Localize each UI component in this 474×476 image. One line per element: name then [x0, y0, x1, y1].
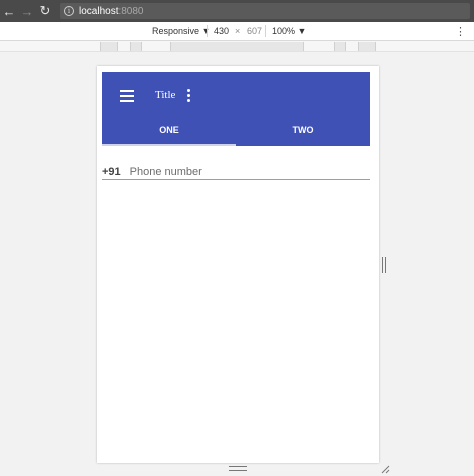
- url-port: :8080: [118, 5, 144, 17]
- more-options-icon[interactable]: ⋮: [455, 25, 466, 38]
- device-select-label: Responsive: [152, 26, 200, 36]
- country-code-prefix: +91: [102, 165, 121, 178]
- back-arrow-icon[interactable]: ←: [0, 0, 18, 22]
- toolbar-divider: [207, 25, 208, 37]
- tab-bar: ONE TWO: [102, 120, 370, 146]
- forward-arrow-icon[interactable]: →: [18, 0, 36, 22]
- browser-toolbar: ← → ↻ i localhost:8080: [0, 0, 474, 22]
- zoom-select[interactable]: 100% ▼: [272, 26, 306, 36]
- ruler-segment[interactable]: [100, 42, 118, 51]
- ruler-segment[interactable]: [130, 42, 142, 51]
- resize-corner-icon[interactable]: [381, 465, 390, 474]
- reload-icon[interactable]: ↻: [36, 0, 54, 22]
- chevron-down-icon: ▼: [201, 26, 211, 36]
- phone-number-input[interactable]: [129, 165, 360, 178]
- zoom-select-label: 100%: [272, 26, 296, 36]
- ruler-segment[interactable]: [334, 42, 346, 51]
- app-bar: Title ONE TWO: [102, 72, 370, 146]
- page-title: Title: [155, 89, 176, 101]
- resize-handle-right[interactable]: [382, 257, 386, 273]
- url-host: localhost: [79, 5, 119, 17]
- more-vert-icon[interactable]: [186, 89, 190, 102]
- resize-handle-bottom[interactable]: [229, 466, 247, 471]
- menu-icon[interactable]: [120, 90, 134, 102]
- dimension-separator: ×: [235, 26, 241, 36]
- height-input[interactable]: 607: [247, 26, 262, 36]
- toolbar-divider: [265, 25, 266, 37]
- width-input[interactable]: 430: [214, 26, 229, 36]
- device-toolbar: Responsive ▼ 430 × 607 100% ▼ ⋮: [0, 22, 474, 41]
- tab-one[interactable]: ONE: [102, 120, 236, 146]
- ruler-segment[interactable]: [170, 42, 304, 51]
- chevron-down-icon: ▼: [297, 26, 307, 36]
- device-select[interactable]: Responsive ▼: [152, 26, 210, 36]
- media-query-ruler: [0, 41, 474, 52]
- device-viewport: Title ONE TWO +91: [97, 66, 379, 463]
- info-icon[interactable]: i: [64, 6, 74, 16]
- address-bar[interactable]: i localhost:8080: [60, 3, 470, 19]
- ruler-segment[interactable]: [358, 42, 376, 51]
- phone-field: +91: [102, 164, 370, 180]
- tab-two[interactable]: TWO: [236, 120, 370, 146]
